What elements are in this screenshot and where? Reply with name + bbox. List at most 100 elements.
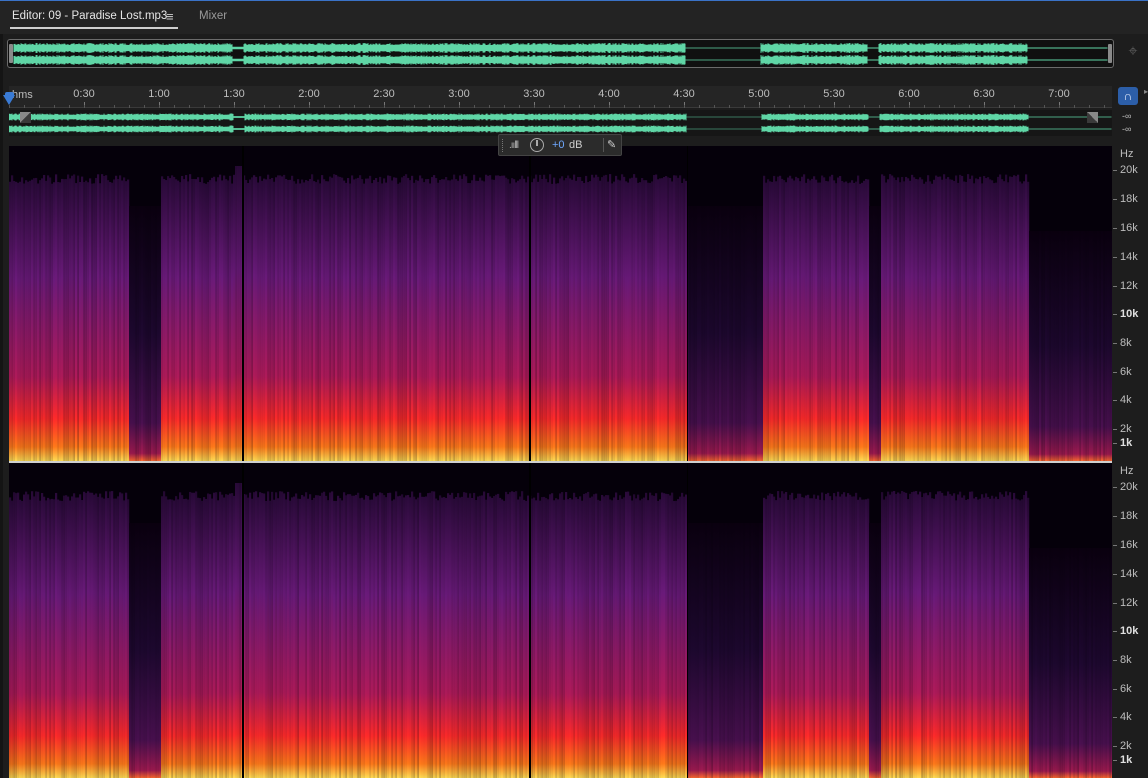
spectrogram-column [715, 523, 718, 778]
spectrogram-column [301, 179, 304, 461]
spectrogram-column [305, 492, 308, 778]
hz-label: 10k [1120, 625, 1139, 637]
spectrogram-channel-right[interactable] [9, 463, 1112, 778]
spectrogram-column [449, 180, 452, 461]
spectrogram-column [745, 206, 748, 461]
spectrogram-column [889, 174, 892, 461]
waveform-mini-view[interactable] [9, 110, 1112, 136]
spectrogram-column [647, 182, 650, 461]
spectrogram-channel-left[interactable] [9, 146, 1112, 461]
spectrogram-column [415, 179, 418, 461]
spectrogram-column [993, 498, 996, 778]
spectrogram-column [795, 176, 798, 461]
overview-left-handle[interactable] [9, 44, 13, 63]
headphones-icon[interactable]: ∩ [1118, 87, 1138, 105]
spectrogram-column [741, 523, 744, 778]
spectrogram-column [309, 494, 312, 778]
spectrogram-column [421, 178, 424, 461]
playhead-marker[interactable] [3, 95, 15, 105]
spectrogram-column [405, 495, 408, 778]
spectrogram-column [379, 176, 382, 461]
spectrogram-column [1059, 548, 1062, 778]
spectrogram-column [287, 491, 290, 778]
volume-knob[interactable] [530, 138, 544, 152]
spectrogram-column [811, 178, 814, 461]
ruler-subtick [534, 105, 535, 108]
spectrogram-column [997, 176, 1000, 461]
pin-icon[interactable]: ✎ [607, 138, 616, 151]
spectrogram-column [663, 177, 666, 461]
spectrogram-column [367, 496, 370, 778]
spectrogram-column [361, 497, 364, 778]
spectrogram-column [901, 491, 904, 778]
spectrogram-column [923, 183, 926, 461]
spectrogram-column [1065, 231, 1068, 461]
spectrogram-column [411, 491, 414, 778]
hud-grip[interactable] [502, 139, 505, 152]
spectrogram-column [359, 498, 362, 778]
spectrogram-column [1049, 231, 1052, 461]
spectrogram-column [1111, 548, 1112, 778]
time-ruler[interactable]: 0:30 1:00 1:30 2:00 2:30 3:00 3:30 4:00 4:30 5:00… [9, 86, 1112, 108]
spectrogram-column [967, 499, 970, 778]
spectrogram-column [273, 499, 276, 778]
overview-right-handle[interactable] [1108, 44, 1112, 63]
spectrogram-column [277, 498, 280, 778]
volume-value[interactable]: +0 [552, 139, 565, 151]
panel-overflow-icon[interactable]: ▸ [1144, 87, 1148, 96]
spectrogram-column [27, 494, 30, 778]
spectrogram-column [279, 175, 282, 461]
spectrogram-column [659, 499, 662, 778]
spectrogram-column [665, 493, 668, 778]
hz-label: 8k [1120, 654, 1132, 666]
spectrogram-column [693, 523, 696, 778]
volume-hud[interactable]: .ıılll +0 dB ✎ [498, 134, 622, 156]
tab-mixer[interactable]: Mixer [199, 10, 227, 22]
spectrogram-column [109, 491, 112, 778]
spectrogram-column [81, 176, 84, 461]
spectrogram-column [347, 494, 350, 778]
spectrogram-column [847, 183, 850, 461]
fade-in-handle[interactable] [20, 112, 31, 123]
spectrogram-column [389, 175, 392, 461]
spectrogram-column [731, 523, 734, 778]
spectrogram-column [667, 494, 670, 778]
spectrogram-column [303, 182, 306, 461]
spectrogram-column [493, 179, 496, 461]
spectrogram-column [1111, 231, 1112, 461]
spectrogram-column [213, 492, 216, 778]
ruler-subtick [489, 105, 490, 108]
spectrogram-column [811, 498, 814, 778]
spectrogram-column [599, 500, 602, 778]
spectrogram-column [1023, 181, 1026, 461]
spectrogram-column [225, 494, 228, 778]
spectrogram-column [755, 523, 758, 778]
spectrogram-column [655, 174, 658, 461]
panel-edge [0, 34, 3, 778]
fade-out-handle[interactable] [1087, 112, 1098, 123]
spectrogram-column [659, 178, 662, 461]
spectrogram-column [977, 499, 980, 778]
spectrogram-column [825, 180, 828, 461]
spectrogram-column [517, 499, 520, 778]
spectrogram-column [323, 179, 326, 461]
spectrogram-column [65, 179, 68, 461]
tab-editor[interactable]: Editor: 09 - Paradise Lost.mp3 [12, 10, 167, 22]
ruler-subtick [984, 105, 985, 108]
spectrogram-column [685, 494, 688, 778]
spectrogram-column [283, 174, 286, 461]
spectrogram-column [527, 176, 530, 461]
zoom-navigator-icon[interactable]: ⌖ [1124, 43, 1142, 61]
spectrogram-column [93, 494, 96, 778]
spectrogram-column [815, 498, 818, 778]
spectrogram-column [457, 180, 460, 461]
spectrogram-column [461, 178, 464, 461]
ruler-subtick [924, 105, 925, 108]
spectrogram-column [105, 175, 108, 461]
spectrogram-column [579, 176, 582, 461]
spectrogram-column [89, 492, 92, 778]
spectrogram-column [289, 500, 292, 778]
overview-navigator[interactable] [7, 39, 1114, 68]
spectrogram-column [121, 180, 124, 461]
panel-menu-icon[interactable]: ≡ [166, 9, 174, 24]
